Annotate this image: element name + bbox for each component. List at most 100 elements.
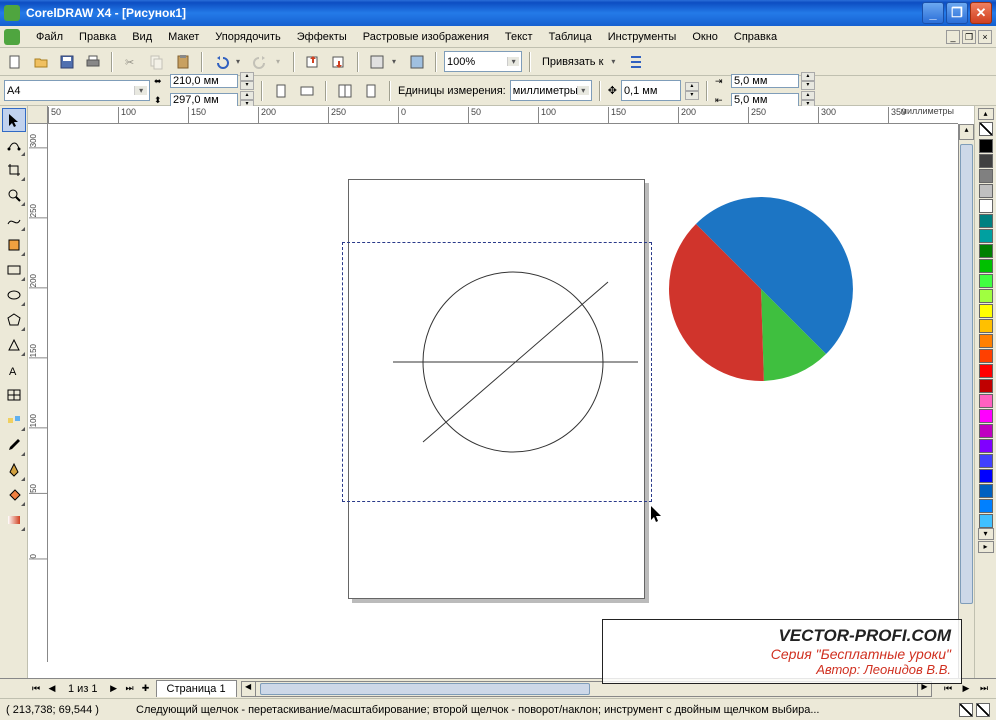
fill-tool[interactable]	[2, 483, 26, 507]
menu-view[interactable]: Вид	[124, 29, 160, 45]
hscroll-thumb[interactable]	[260, 683, 590, 695]
color-swatch[interactable]	[979, 424, 993, 438]
interactive-tool[interactable]	[2, 408, 26, 432]
color-swatch[interactable]	[979, 439, 993, 453]
redo-button[interactable]	[250, 51, 272, 73]
export-button[interactable]	[328, 51, 350, 73]
ellipse-tool[interactable]	[2, 283, 26, 307]
new-button[interactable]	[4, 51, 26, 73]
ruler-vertical[interactable]: 300250200150100500	[28, 124, 48, 662]
color-swatch[interactable]	[979, 274, 993, 288]
color-swatch[interactable]	[979, 484, 993, 498]
maximize-button[interactable]: ❐	[946, 2, 968, 24]
color-swatch[interactable]	[979, 139, 993, 153]
color-swatch[interactable]	[979, 169, 993, 183]
copy-button[interactable]	[146, 51, 168, 73]
print-button[interactable]	[82, 51, 104, 73]
snap-to-label[interactable]: Привязать к	[538, 56, 607, 68]
color-swatch[interactable]	[979, 259, 993, 273]
units-input[interactable]	[513, 85, 577, 97]
current-fill-swatch[interactable]	[959, 703, 973, 717]
color-swatch[interactable]	[979, 379, 993, 393]
nudge-input[interactable]	[621, 80, 681, 101]
color-swatch[interactable]	[979, 499, 993, 513]
color-swatch[interactable]	[979, 319, 993, 333]
menu-window[interactable]: Окно	[684, 29, 726, 45]
color-swatch[interactable]	[979, 394, 993, 408]
snap-dropdown[interactable]: ▾	[611, 57, 621, 66]
welcome-button[interactable]	[406, 51, 428, 73]
rectangle-tool[interactable]	[2, 258, 26, 282]
chevron-down-icon[interactable]: ▾	[134, 86, 147, 95]
menu-text[interactable]: Текст	[497, 29, 541, 45]
menu-bitmaps[interactable]: Растровые изображения	[355, 29, 497, 45]
zoom-input[interactable]	[447, 56, 507, 68]
fill-outline-indicator[interactable]	[958, 702, 990, 717]
color-swatch[interactable]	[979, 154, 993, 168]
all-pages-button[interactable]	[334, 80, 356, 102]
ruler-origin[interactable]	[28, 106, 48, 124]
dup-x-spinner[interactable]: ▴▾	[801, 72, 815, 90]
drawing-canvas[interactable]	[48, 124, 958, 678]
next-page-button[interactable]: ▶	[106, 683, 122, 694]
scroll-left-button[interactable]: ◀	[242, 682, 256, 696]
scroll-thumb[interactable]	[960, 144, 973, 604]
paste-button[interactable]	[172, 51, 194, 73]
undo-dropdown[interactable]: ▾	[236, 57, 246, 66]
minimize-button[interactable]: _	[922, 2, 944, 24]
pick-tool[interactable]	[2, 108, 26, 132]
palette-scroll-down[interactable]: ▾	[978, 528, 994, 540]
no-fill-swatch[interactable]	[979, 122, 993, 136]
last-page-button[interactable]: ⏭	[122, 683, 138, 694]
color-swatch[interactable]	[979, 364, 993, 378]
add-page-button[interactable]: ✚	[138, 683, 154, 694]
color-swatch[interactable]	[979, 304, 993, 318]
first-page-button[interactable]: ⏮	[28, 683, 44, 694]
current-outline-swatch[interactable]	[976, 703, 990, 717]
portrait-button[interactable]	[270, 80, 292, 102]
color-swatch[interactable]	[979, 454, 993, 468]
polygon-tool[interactable]	[2, 308, 26, 332]
color-swatch[interactable]	[979, 229, 993, 243]
page-tab-1[interactable]: Страница 1	[156, 680, 237, 697]
color-swatch[interactable]	[979, 244, 993, 258]
dup-x-input[interactable]	[731, 74, 799, 88]
chevron-down-icon[interactable]: ▾	[577, 86, 589, 95]
menu-edit[interactable]: Правка	[71, 29, 124, 45]
units-combo[interactable]: ▾	[510, 80, 592, 101]
ruler-horizontal[interactable]: миллиметры 50100150200250050100150200250…	[48, 106, 958, 124]
color-swatch[interactable]	[979, 214, 993, 228]
app-launcher-button[interactable]	[366, 51, 388, 73]
color-swatch[interactable]	[979, 289, 993, 303]
redo-dropdown[interactable]: ▾	[276, 57, 286, 66]
vertical-scrollbar[interactable]: ▴	[958, 124, 974, 678]
menu-arrange[interactable]: Упорядочить	[207, 29, 288, 45]
menu-table[interactable]: Таблица	[541, 29, 600, 45]
color-swatch[interactable]	[979, 514, 993, 528]
nudge-spinner[interactable]: ▴▾	[685, 82, 699, 100]
scroll-up-button[interactable]: ▴	[959, 124, 974, 140]
menu-layout[interactable]: Макет	[160, 29, 207, 45]
color-swatch[interactable]	[979, 349, 993, 363]
paper-size-combo[interactable]: ▾	[4, 80, 150, 101]
text-tool[interactable]: A	[2, 358, 26, 382]
menu-effects[interactable]: Эффекты	[289, 29, 355, 45]
prev-page-button[interactable]: ◀	[44, 683, 60, 694]
current-page-button[interactable]	[360, 80, 382, 102]
nav-extra-3[interactable]: ⏭	[976, 683, 992, 694]
table-tool[interactable]	[2, 383, 26, 407]
color-swatch[interactable]	[979, 469, 993, 483]
color-swatch[interactable]	[979, 334, 993, 348]
chevron-down-icon[interactable]: ▾	[507, 57, 519, 66]
menu-help[interactable]: Справка	[726, 29, 785, 45]
app-menu-icon[interactable]	[4, 29, 20, 45]
nav-extra-2[interactable]: ▶	[958, 683, 974, 694]
app-launcher-dropdown[interactable]: ▾	[392, 57, 402, 66]
save-button[interactable]	[56, 51, 78, 73]
mdi-close-button[interactable]: ×	[978, 30, 992, 44]
page-width-input[interactable]	[170, 74, 238, 88]
freehand-tool[interactable]	[2, 208, 26, 232]
nav-extra-1[interactable]: ⏮	[940, 683, 956, 694]
palette-flyout[interactable]: ▸	[978, 541, 994, 553]
paper-size-input[interactable]	[7, 85, 134, 97]
